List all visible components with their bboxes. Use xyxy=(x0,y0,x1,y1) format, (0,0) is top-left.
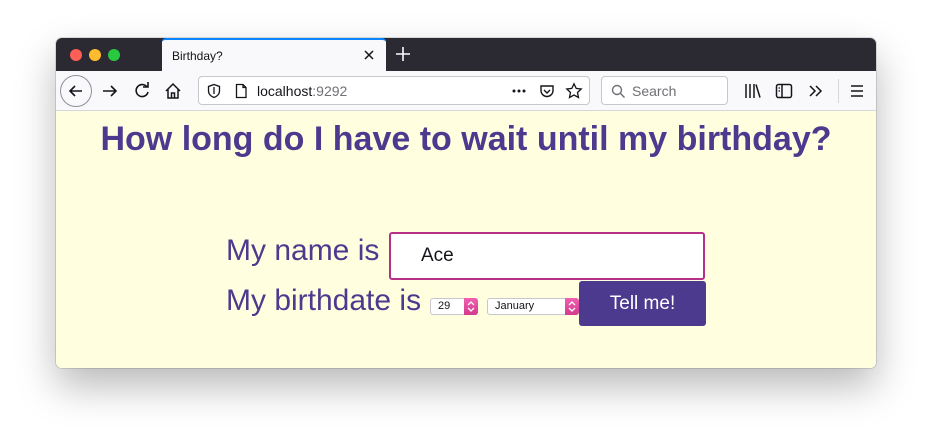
library-icon[interactable] xyxy=(743,81,763,101)
menu-icon[interactable] xyxy=(847,81,867,101)
toolbar-divider xyxy=(838,79,839,103)
tell-me-button[interactable]: Tell me! xyxy=(579,281,706,326)
sidebar-icon[interactable] xyxy=(774,81,794,101)
pocket-icon[interactable] xyxy=(539,83,555,99)
window-close-button[interactable] xyxy=(70,49,82,61)
tab-birthday[interactable]: Birthday? xyxy=(162,38,386,71)
overflow-chevron-icon[interactable] xyxy=(806,81,826,101)
page-content: How long do I have to wait until my birt… xyxy=(56,112,876,368)
tab-title: Birthday? xyxy=(172,49,223,63)
window-minimize-button[interactable] xyxy=(89,49,101,61)
month-select-value: January xyxy=(495,300,535,312)
url-port: :9292 xyxy=(312,83,348,99)
select-arrows-icon xyxy=(565,298,579,315)
tracking-shield-icon[interactable] xyxy=(206,83,222,99)
search-icon xyxy=(611,84,625,98)
page-icon xyxy=(235,83,247,99)
tab-bar: Birthday? xyxy=(56,38,876,71)
bookmark-star-icon[interactable] xyxy=(565,82,583,100)
name-input[interactable] xyxy=(389,232,705,280)
birthdate-label: My birthdate is xyxy=(226,284,422,317)
new-tab-icon[interactable] xyxy=(394,45,412,63)
month-select[interactable]: January xyxy=(487,298,579,315)
day-select-value: 29 xyxy=(438,300,451,312)
back-arrow-icon xyxy=(68,85,82,97)
reload-icon[interactable] xyxy=(132,81,152,101)
more-actions-icon[interactable] xyxy=(511,84,527,98)
navigation-toolbar: localhost:9292 Search xyxy=(56,71,876,111)
name-label: My name is xyxy=(226,234,380,267)
url-bar[interactable]: localhost:9292 xyxy=(198,76,590,105)
search-bar[interactable]: Search xyxy=(601,76,728,105)
url-host: localhost xyxy=(257,83,313,99)
back-button[interactable] xyxy=(60,75,92,107)
day-select[interactable]: 29 xyxy=(430,298,478,315)
url-text[interactable]: localhost:9292 xyxy=(257,83,347,99)
close-icon[interactable] xyxy=(361,47,377,63)
forward-arrow-icon[interactable] xyxy=(100,81,120,101)
search-placeholder: Search xyxy=(632,83,677,99)
window-maximize-button[interactable] xyxy=(108,49,120,61)
select-arrows-icon xyxy=(464,298,478,315)
browser-window: Birthday? localhost:9292 Search How long… xyxy=(56,38,876,368)
page-heading: How long do I have to wait until my birt… xyxy=(100,120,832,158)
home-icon[interactable] xyxy=(163,81,183,101)
